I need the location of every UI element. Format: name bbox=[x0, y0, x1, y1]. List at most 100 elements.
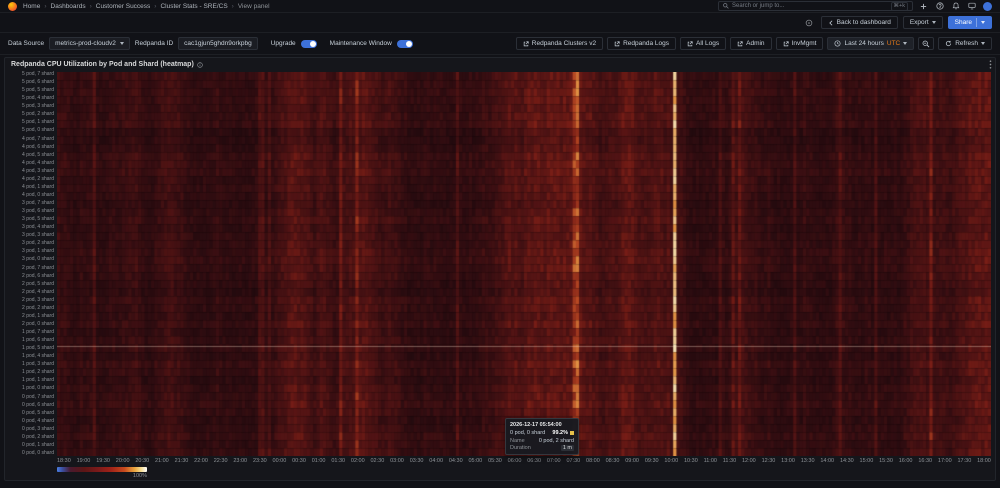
heatmap-chart: 5 pod, 7 shard 5 pod, 6 shard 5 pod, 5 sha… bbox=[9, 72, 991, 456]
tooltip-value: 99.2% bbox=[552, 430, 568, 436]
search-input[interactable]: Search or jump to... ⌘+k bbox=[718, 1, 913, 11]
panel-title: Redpanda CPU Utilization by Pod and Shar… bbox=[11, 61, 194, 68]
tooltip-series: 0 pod, 0 shard bbox=[510, 430, 546, 436]
breadcrumb-dashboards[interactable]: Dashboards bbox=[51, 3, 96, 10]
y-axis-label: 2 pod, 3 shard bbox=[22, 296, 54, 303]
x-axis-label: 15:30 bbox=[879, 458, 893, 464]
datasource-select[interactable]: metrics-prod-cloudv2 bbox=[49, 37, 130, 50]
refresh-label: Refresh bbox=[955, 40, 978, 47]
breadcrumb-customer-success[interactable]: Customer Success bbox=[96, 3, 161, 10]
x-axis-label: 01:00 bbox=[311, 458, 326, 464]
export-button[interactable]: Export bbox=[902, 16, 943, 29]
y-axis-label: 3 pod, 7 shard bbox=[22, 200, 54, 206]
link-redpanda-logs[interactable]: Redpanda Logs bbox=[607, 37, 676, 50]
link-all-logs[interactable]: All Logs bbox=[680, 37, 727, 50]
share-label: Share bbox=[954, 19, 972, 26]
panel-menu-icon[interactable] bbox=[989, 60, 992, 69]
link-label: InvMgmt bbox=[791, 40, 817, 47]
y-axis-label: 0 pod, 1 shard bbox=[22, 441, 54, 448]
grafana-logo-icon[interactable] bbox=[8, 1, 17, 11]
upgrade-label: Upgrade bbox=[270, 40, 296, 47]
x-axis-label: 01:30 bbox=[331, 458, 346, 464]
help-icon[interactable] bbox=[935, 2, 944, 11]
insights-icon[interactable] bbox=[802, 16, 816, 29]
panel-header[interactable]: Redpanda CPU Utilization by Pod and Shar… bbox=[5, 58, 995, 71]
x-axis-label: 12:30 bbox=[761, 458, 776, 464]
monitor-icon[interactable] bbox=[967, 2, 976, 11]
x-axis-label: 06:30 bbox=[527, 458, 542, 464]
clock-icon bbox=[835, 40, 841, 47]
maintenance-window-toggle[interactable] bbox=[396, 39, 413, 48]
y-axis-label: 2 pod, 1 shard bbox=[22, 312, 54, 319]
y-axis-label: 1 pod, 2 shard bbox=[22, 369, 54, 376]
y-axis-label: 5 pod, 3 shard bbox=[22, 103, 54, 110]
link-invmgmt[interactable]: InvMgmt bbox=[775, 37, 824, 50]
y-axis-label: 0 pod, 7 shard bbox=[22, 393, 54, 400]
top-nav: Home Dashboards Customer Success Cluster… bbox=[0, 0, 1000, 13]
back-to-dashboard-button[interactable]: Back to dashboard bbox=[820, 16, 898, 29]
x-axis-label: 14:00 bbox=[820, 458, 835, 464]
y-axis-label: 5 pod, 2 shard bbox=[22, 111, 54, 118]
y-axis-label: 4 pod, 0 shard bbox=[22, 191, 54, 198]
info-icon[interactable] bbox=[197, 61, 203, 68]
maintenance-window-label: Maintenance Window bbox=[329, 40, 392, 47]
y-axis-label: 0 pod, 0 shard bbox=[22, 449, 54, 456]
x-axis-label: 00:30 bbox=[292, 458, 306, 464]
y-axis-label: 1 pod, 1 shard bbox=[22, 377, 54, 384]
y-axis-label: 4 pod, 4 shard bbox=[22, 159, 54, 166]
controls-right: Redpanda Clusters v2 Redpanda Logs All L… bbox=[515, 37, 992, 50]
y-axis-label: 1 pod, 0 shard bbox=[22, 385, 54, 392]
y-axis-label: 5 pod, 0 shard bbox=[22, 127, 54, 134]
search-placeholder: Search or jump to... bbox=[732, 3, 785, 9]
x-axis-label: 21:30 bbox=[174, 458, 189, 464]
y-axis-label: 3 pod, 6 shard bbox=[22, 208, 54, 215]
x-axis-label: 10:30 bbox=[684, 458, 698, 464]
y-axis-label: 4 pod, 6 shard bbox=[22, 143, 54, 150]
x-axis-label: 03:00 bbox=[390, 458, 404, 464]
y-axis-label: 3 pod, 3 shard bbox=[22, 232, 54, 239]
tooltip-timestamp: 2026-12-17 05:54:00 bbox=[510, 422, 562, 428]
link-redpanda-clusters-v2[interactable]: Redpanda Clusters v2 bbox=[515, 37, 604, 50]
x-axis-label: 21:00 bbox=[154, 458, 169, 464]
y-axis-label: 5 pod, 7 shard bbox=[22, 71, 54, 77]
y-axis-label: 3 pod, 1 shard bbox=[22, 248, 54, 255]
color-legend: 100% bbox=[57, 467, 147, 479]
breadcrumb: Home Dashboards Customer Success Cluster… bbox=[23, 3, 270, 10]
breadcrumb-cluster-stats[interactable]: Cluster Stats - SRE/CS bbox=[160, 3, 237, 10]
x-axis-label: 08:00 bbox=[586, 458, 600, 464]
y-axis-label: 4 pod, 1 shard bbox=[22, 183, 54, 190]
x-axis-label: 04:00 bbox=[429, 458, 444, 464]
link-admin[interactable]: Admin bbox=[730, 37, 772, 50]
share-button[interactable]: Share bbox=[947, 16, 992, 29]
x-axis-label: 23:30 bbox=[252, 458, 267, 464]
y-axis-label: 2 pod, 0 shard bbox=[22, 320, 54, 327]
redpanda-id-value: cac1gjun5ghdn9orkpbg bbox=[184, 40, 252, 47]
user-avatar[interactable] bbox=[983, 1, 992, 11]
redpanda-id-input[interactable]: cac1gjun5ghdn9orkpbg bbox=[178, 37, 258, 50]
x-axis-label: 19:00 bbox=[76, 458, 91, 464]
breadcrumb-home[interactable]: Home bbox=[23, 3, 51, 10]
upgrade-toggle[interactable] bbox=[300, 39, 317, 48]
y-axis-label: 2 pod, 7 shard bbox=[22, 264, 54, 271]
x-axis-label: 16:00 bbox=[898, 458, 913, 464]
search-shortcut-badge: ⌘+k bbox=[890, 1, 908, 11]
x-axis-label: 02:30 bbox=[370, 458, 385, 464]
y-axis-label: 3 pod, 4 shard bbox=[22, 224, 54, 231]
add-icon[interactable] bbox=[919, 2, 928, 11]
heatmap-canvas[interactable] bbox=[57, 72, 991, 456]
breadcrumb-view-panel: View panel bbox=[237, 2, 270, 10]
x-axis-label: 11:30 bbox=[722, 458, 737, 464]
time-range-value: Last 24 hours bbox=[844, 40, 884, 47]
x-axis-label: 07:30 bbox=[566, 458, 581, 464]
link-label: Admin bbox=[746, 40, 765, 47]
x-axis-label: 15:00 bbox=[859, 458, 874, 464]
refresh-button[interactable]: Refresh bbox=[938, 37, 992, 50]
zoom-out-button[interactable] bbox=[918, 37, 935, 50]
x-axis-label: 23:00 bbox=[233, 458, 248, 464]
y-axis: 5 pod, 7 shard 5 pod, 6 shard 5 pod, 5 sha… bbox=[9, 72, 57, 456]
y-axis-label: 0 pod, 3 shard bbox=[22, 425, 54, 432]
time-range-picker[interactable]: Last 24 hours UTC bbox=[827, 37, 915, 50]
chevron-down-icon bbox=[903, 42, 908, 45]
bell-icon[interactable] bbox=[951, 2, 960, 11]
tooltip-name-label: Name bbox=[510, 437, 525, 444]
